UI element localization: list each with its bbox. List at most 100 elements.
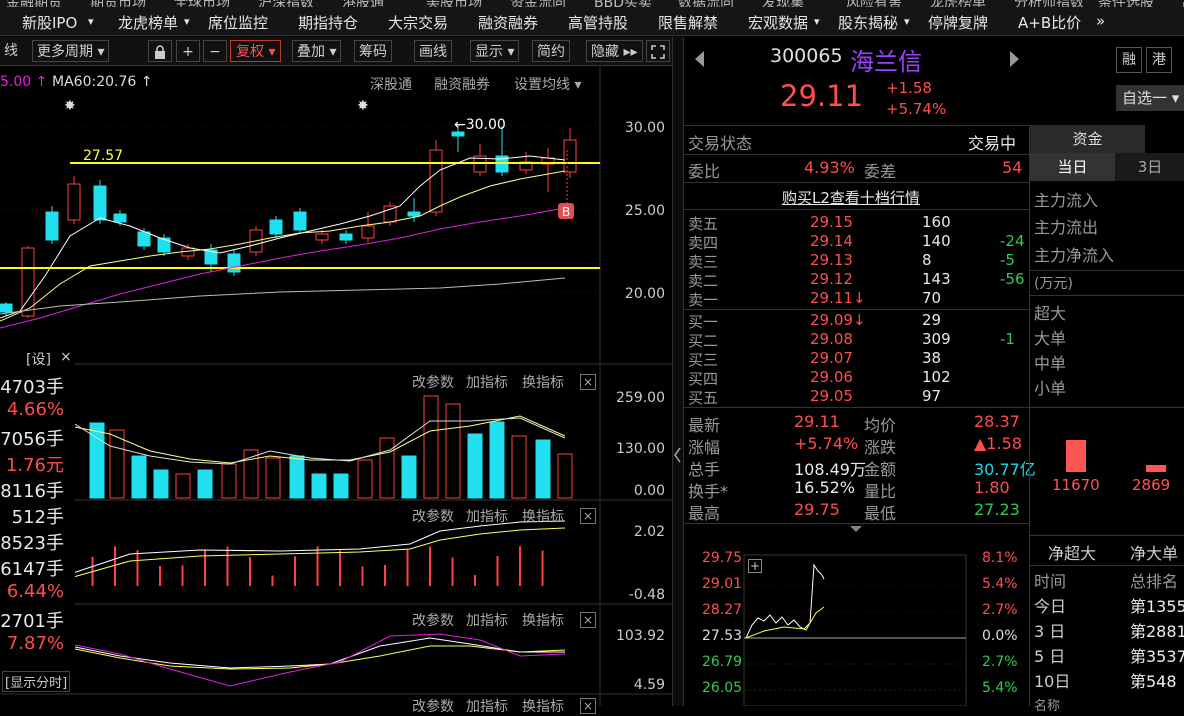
bids-row[interactable]: 买四 29.06 102 bbox=[684, 368, 1029, 388]
panel-divider[interactable] bbox=[672, 37, 684, 706]
overlay-settings[interactable]: [设] bbox=[26, 349, 51, 369]
bids-row[interactable]: 买一 29.09↓ 29 bbox=[684, 311, 1029, 331]
nav-item[interactable]: 期指持仓 bbox=[298, 12, 358, 33]
nav-more-icon[interactable]: » bbox=[1096, 12, 1105, 30]
close-icon[interactable]: × bbox=[580, 508, 596, 524]
bids-row[interactable]: 买二 29.08 309 -1 bbox=[684, 330, 1029, 350]
nav-cut-item[interactable]: 金融期货 bbox=[6, 0, 62, 7]
close-icon[interactable]: × bbox=[580, 698, 596, 714]
stat-v2: 30.77亿 bbox=[974, 460, 1036, 479]
next-stock-icon[interactable] bbox=[1008, 49, 1022, 69]
overlay-value: 7.87% bbox=[6, 633, 64, 654]
nav-item[interactable]: 融资融券 bbox=[478, 12, 538, 33]
macd_panel-btn-2[interactable]: 换指标 bbox=[522, 506, 564, 526]
hk-button[interactable]: 港 bbox=[1146, 47, 1172, 73]
nav-cut-item[interactable]: 期货市场 bbox=[90, 0, 146, 7]
lock-icon[interactable] bbox=[148, 40, 172, 62]
fuquan-dropdown[interactable]: 复权 ▾ bbox=[230, 40, 282, 62]
asks-row[interactable]: 卖四 29.14 140 -24 bbox=[684, 232, 1029, 252]
close-icon[interactable]: × bbox=[580, 612, 596, 628]
set-ma-dropdown[interactable]: 设置均线 ▾ bbox=[514, 74, 581, 94]
asks-row[interactable]: 卖三 29.13 8 -5 bbox=[684, 251, 1029, 271]
nav-cut-item[interactable]: 港股通 bbox=[342, 0, 384, 7]
chips-button[interactable]: 筹码 bbox=[354, 40, 392, 62]
volume-bar bbox=[333, 473, 349, 499]
nav-cut-item[interactable]: 资金流向 bbox=[510, 0, 566, 7]
overlay-dropdown[interactable]: 叠加 ▾ bbox=[292, 40, 342, 62]
more-periods-dropdown[interactable]: 更多周期 ▾ bbox=[32, 40, 110, 62]
nav-cut-item[interactable]: 全球市场 bbox=[174, 0, 230, 7]
nav-cut-item[interactable]: 沪深指数 bbox=[258, 0, 314, 7]
macd_panel-btn-0[interactable]: 改参数 bbox=[412, 506, 454, 526]
peak-label: ←30.00 bbox=[454, 117, 506, 133]
bids-row[interactable]: 买三 29.07 38 bbox=[684, 349, 1029, 369]
nav-item[interactable]: 限售解禁 bbox=[658, 12, 718, 33]
bottom_cut_panel-btn-2[interactable]: 换指标 bbox=[522, 696, 564, 716]
kdj_panel-btn-0[interactable]: 改参数 bbox=[412, 610, 454, 630]
bids-row[interactable]: 买五 29.05 97 bbox=[684, 387, 1029, 407]
nav-cut-item[interactable]: BBD买卖 bbox=[594, 0, 652, 7]
l2-purchase-link[interactable]: 购买L2查看十档行情 bbox=[782, 187, 920, 208]
plus-icon[interactable]: + bbox=[748, 559, 762, 573]
nav-item[interactable]: 席位监控 bbox=[208, 12, 268, 33]
close-icon[interactable]: × bbox=[60, 349, 72, 365]
tab-today[interactable]: 当日 bbox=[1030, 153, 1115, 181]
bottom_cut_panel-btn-0[interactable]: 改参数 bbox=[412, 696, 454, 716]
simple-button[interactable]: 简约 bbox=[532, 40, 570, 62]
kdj_panel-btn-1[interactable]: 加指标 bbox=[466, 610, 508, 630]
asks-row[interactable]: 卖二 29.12 143 -56 bbox=[684, 270, 1029, 290]
rank-value: 第1355 bbox=[1130, 597, 1184, 616]
tab-3day[interactable]: 3日 bbox=[1115, 153, 1184, 181]
nav-cut-item[interactable]: 美股市场 bbox=[426, 0, 482, 7]
chevron-down-icon[interactable]: ▾ bbox=[184, 15, 190, 28]
close-icon[interactable]: × bbox=[580, 374, 596, 390]
nav-item[interactable]: 宏观数据 bbox=[748, 12, 808, 33]
expand-icon[interactable] bbox=[646, 40, 670, 62]
nav-cut-item[interactable]: 分析师指数 bbox=[1014, 0, 1084, 7]
chevron-down-icon[interactable]: ▾ bbox=[88, 15, 94, 28]
nav-item[interactable]: 高管持股 bbox=[568, 12, 628, 33]
volume_panel-btn-0[interactable]: 改参数 bbox=[412, 372, 454, 392]
toolbar-line[interactable]: 线 bbox=[4, 40, 18, 62]
volume_panel-btn-2[interactable]: 换指标 bbox=[522, 372, 564, 392]
link-margin[interactable]: 融资融券 bbox=[434, 74, 490, 94]
bids-label: 买三 bbox=[688, 351, 719, 369]
plus-icon[interactable]: + bbox=[176, 40, 200, 62]
volume_panel-btn-1[interactable]: 加指标 bbox=[466, 372, 508, 392]
chevron-down-icon[interactable]: ▾ bbox=[814, 15, 820, 28]
collapse-icon[interactable] bbox=[849, 525, 863, 533]
asks-row[interactable]: 卖一 29.11↓ 70 bbox=[684, 289, 1029, 309]
stat-v2: 1.80 bbox=[974, 478, 1010, 497]
asks-row[interactable]: 卖五 29.15 160 bbox=[684, 213, 1029, 233]
prev-stock-icon[interactable] bbox=[692, 49, 706, 69]
nav-item[interactable]: 龙虎榜单 bbox=[118, 12, 178, 33]
margin-button[interactable]: 融 bbox=[1116, 47, 1142, 73]
asks-label: 卖一 bbox=[688, 291, 719, 309]
show-timeshare-button[interactable]: [显示分时] bbox=[2, 671, 71, 692]
hide-button[interactable]: 隐藏 ▸▸ bbox=[586, 40, 643, 62]
macd_panel-btn-1[interactable]: 加指标 bbox=[466, 506, 508, 526]
nav-item[interactable]: 大宗交易 bbox=[388, 12, 448, 33]
nav-cut-item[interactable]: 龙虎榜单 bbox=[930, 0, 986, 7]
nav-cut-item[interactable]: 发现集 bbox=[762, 0, 804, 7]
nav-cut-item[interactable]: 条件选股 bbox=[1098, 0, 1154, 7]
ma-label: 5.00 ↑ bbox=[0, 74, 48, 90]
nav-cut-item[interactable]: 数据流向 bbox=[678, 0, 734, 7]
watchlist-dropdown[interactable]: 自选一 ▾ bbox=[1116, 85, 1184, 111]
nav-item[interactable]: 停牌复牌 bbox=[928, 12, 988, 33]
display-dropdown[interactable]: 显示 ▾ bbox=[470, 40, 520, 62]
rank-value: 第548 bbox=[1130, 672, 1177, 691]
nav-item[interactable]: A+B比价 bbox=[1018, 12, 1081, 33]
nav-item[interactable]: 股东揭秘 bbox=[838, 12, 898, 33]
overlay-value: 1.76元 bbox=[5, 455, 64, 476]
nav-cut-item[interactable]: 风险有害 bbox=[846, 0, 902, 7]
tab-fund[interactable]: 资金 bbox=[1030, 125, 1145, 153]
bottom_cut_panel-btn-1[interactable]: 加指标 bbox=[466, 696, 508, 716]
link-shgt[interactable]: 深股通 bbox=[370, 74, 412, 94]
intraday-mini-chart[interactable]: + 29.75 29.01 28.27 27.53 26.79 26.05 8.1% 5.4%… bbox=[684, 535, 1029, 706]
kdj_panel-btn-2[interactable]: 换指标 bbox=[522, 610, 564, 630]
nav-item[interactable]: 新股IPO bbox=[22, 12, 77, 33]
chevron-down-icon[interactable]: ▾ bbox=[904, 15, 910, 28]
minus-icon[interactable]: − bbox=[203, 40, 227, 62]
draw-line-button[interactable]: 画线 bbox=[414, 40, 452, 62]
